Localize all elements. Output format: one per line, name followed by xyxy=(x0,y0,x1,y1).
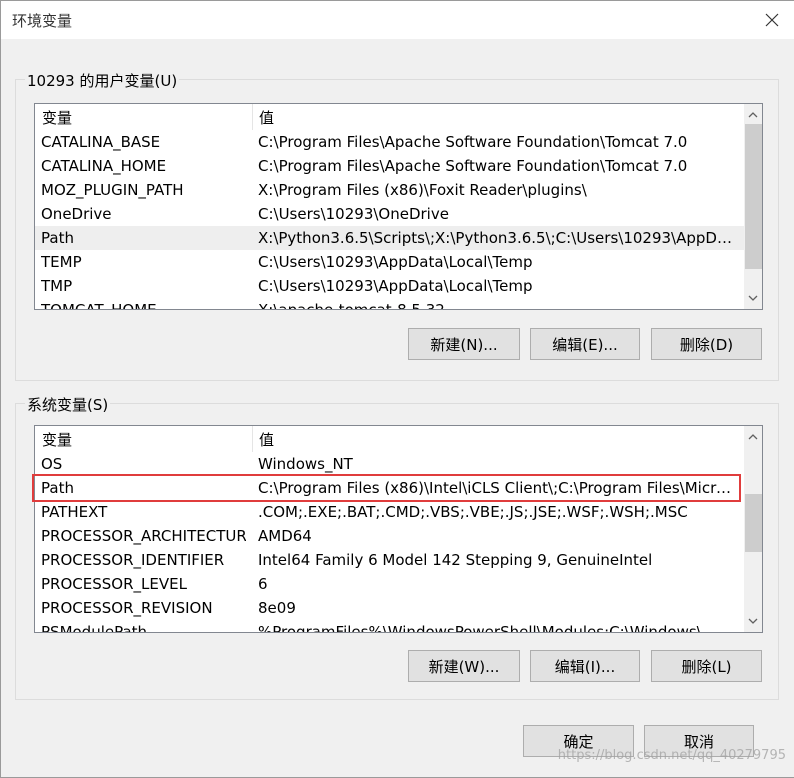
table-row[interactable]: TEMP C:\Users\10293\AppData\Local\Temp xyxy=(35,250,744,274)
user-new-button[interactable]: 新建(N)... xyxy=(408,328,520,360)
scroll-thumb[interactable] xyxy=(745,124,762,269)
table-row[interactable]: PATHEXT .COM;.EXE;.BAT;.CMD;.VBS;.VBE;.JS… xyxy=(35,500,744,524)
variable-value: C:\Users\10293\AppData\Local\Temp xyxy=(258,277,533,295)
variable-name: PROCESSOR_LEVEL xyxy=(41,575,187,593)
user-variables-label: 10293 的用户变量(U) xyxy=(25,70,180,91)
variable-value: Windows_NT xyxy=(258,455,353,473)
table-row[interactable]: PROCESSOR_IDENTIFIER Intel64 Family 6 Mod… xyxy=(35,548,744,572)
table-row[interactable]: PROCESSOR_REVISION 8e09 xyxy=(35,596,744,620)
system-new-button[interactable]: 新建(W)... xyxy=(408,650,520,682)
variable-name: PROCESSOR_ARCHITECTURE xyxy=(41,527,246,545)
table-row[interactable]: TMP C:\Users\10293\AppData\Local\Temp xyxy=(35,274,744,298)
system-edit-button[interactable]: 编辑(I)... xyxy=(530,650,640,682)
variable-name: MOZ_PLUGIN_PATH xyxy=(41,181,184,199)
watermark: https://blog.csdn.net/qq_40279795 xyxy=(557,748,786,763)
variable-value: C:\Program Files\Apache Software Foundat… xyxy=(258,157,688,175)
variable-value: X:\Program Files (x86)\Foxit Reader\plug… xyxy=(258,181,587,199)
window-title: 环境变量 xyxy=(12,12,73,30)
variable-name: TOMCAT_HOME xyxy=(41,298,246,309)
column-divider xyxy=(252,104,253,130)
environment-variables-dialog: 环境变量 10293 的用户变量(U) 变量 值 CATALINA_BASE C:… xyxy=(0,0,794,778)
variable-value: C:\Program Files\Apache Software Foundat… xyxy=(258,133,688,151)
variable-name: Path xyxy=(41,229,74,247)
table-row[interactable]: OneDrive C:\Users\10293\OneDrive xyxy=(35,202,744,226)
scroll-up-arrow-icon[interactable] xyxy=(744,106,762,124)
variable-name: OneDrive xyxy=(41,205,112,223)
table-row[interactable]: Path X:\Python3.6.5\Scripts\;X:\Python3.6… xyxy=(35,226,744,250)
table-row[interactable]: OS Windows_NT xyxy=(35,452,744,476)
variable-value: %ProgramFiles%\WindowsPowerShell\Modules… xyxy=(258,623,717,632)
table-row[interactable]: PROCESSOR_LEVEL 6 xyxy=(35,572,744,596)
variable-value: AMD64 xyxy=(258,527,312,545)
column-header-value[interactable]: 值 xyxy=(259,104,274,130)
scroll-down-arrow-icon[interactable] xyxy=(744,289,762,307)
table-row[interactable]: CATALINA_BASE C:\Program Files\Apache Sof… xyxy=(35,130,744,154)
table-row[interactable]: MOZ_PLUGIN_PATH X:\Program Files (x86)\Fo… xyxy=(35,178,744,202)
table-row[interactable]: CATALINA_HOME C:\Program Files\Apache Sof… xyxy=(35,154,744,178)
variable-value: Intel64 Family 6 Model 142 Stepping 9, G… xyxy=(258,551,653,569)
user-delete-button[interactable]: 删除(D) xyxy=(651,328,762,360)
variable-value: C:\Users\10293\AppData\Local\Temp xyxy=(258,253,533,271)
system-delete-button[interactable]: 删除(L) xyxy=(651,650,762,682)
path-row-highlight xyxy=(32,474,741,502)
list-header: 变量 值 xyxy=(35,426,744,452)
variable-name: PROCESSOR_REVISION xyxy=(41,599,213,617)
close-icon[interactable] xyxy=(756,5,788,35)
table-row[interactable]: PSModulePath %ProgramFiles%\WindowsPowerS… xyxy=(35,620,744,632)
column-header-variable[interactable]: 变量 xyxy=(42,104,72,130)
variable-value: C:\Users\10293\OneDrive xyxy=(258,205,449,223)
title-bar: 环境变量 xyxy=(1,1,794,39)
list-header: 变量 值 xyxy=(35,104,744,130)
variable-name: CATALINA_BASE xyxy=(41,133,161,151)
table-row[interactable]: TOMCAT_HOME X:\apache-tomcat-8.5.32 xyxy=(35,298,744,309)
scroll-thumb[interactable] xyxy=(745,494,762,552)
scroll-down-arrow-icon[interactable] xyxy=(744,612,762,630)
variable-name: OS xyxy=(41,455,63,473)
column-header-value[interactable]: 值 xyxy=(259,426,274,452)
variable-name: PROCESSOR_IDENTIFIER xyxy=(41,551,225,569)
variable-name: TEMP xyxy=(41,253,82,271)
system-list-scrollbar[interactable] xyxy=(744,426,762,632)
variable-value: 6 xyxy=(258,575,268,593)
variable-name: PATHEXT xyxy=(41,503,108,521)
user-edit-button[interactable]: 编辑(E)... xyxy=(530,328,640,360)
variable-name: CATALINA_HOME xyxy=(41,157,167,175)
column-header-variable[interactable]: 变量 xyxy=(42,426,72,452)
system-variables-label: 系统变量(S) xyxy=(25,394,111,415)
variable-value: 8e09 xyxy=(258,599,296,617)
user-list-scrollbar[interactable] xyxy=(744,104,762,309)
variable-value: X:\Python3.6.5\Scripts\;X:\Python3.6.5\;… xyxy=(258,229,738,247)
variable-value: .COM;.EXE;.BAT;.CMD;.VBS;.VBE;.JS;.JSE;.… xyxy=(258,503,688,521)
column-divider xyxy=(252,426,253,452)
scroll-up-arrow-icon[interactable] xyxy=(744,428,762,446)
user-variables-list[interactable]: 变量 值 CATALINA_BASE C:\Program Files\Apach… xyxy=(34,103,763,310)
user-variables-rows: CATALINA_BASE C:\Program Files\Apache Sof… xyxy=(35,130,744,309)
table-row[interactable]: PROCESSOR_ARCHITECTURE AMD64 xyxy=(35,524,744,548)
system-variables-list[interactable]: 变量 值 OS Windows_NT Path C:\Program Files (x… xyxy=(34,425,763,633)
variable-name: PSModulePath xyxy=(41,623,148,632)
variable-value: X:\apache-tomcat-8.5.32 xyxy=(258,298,738,309)
variable-name: TMP xyxy=(41,277,73,295)
